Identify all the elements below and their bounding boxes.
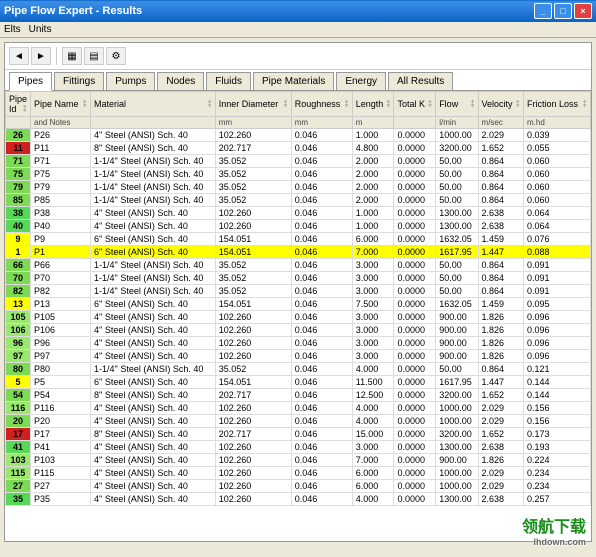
col-roughness[interactable]: Roughness‡ [291,92,352,117]
tab-energy[interactable]: Energy [336,72,386,90]
maximize-button[interactable]: □ [554,3,572,19]
table-row[interactable]: 116P1164'' Steel (ANSI) Sch. 40102.2600.… [6,402,591,415]
table-row[interactable]: 75P751-1/4'' Steel (ANSI) Sch. 4035.0520… [6,168,591,181]
table-row[interactable]: 96P964'' Steel (ANSI) Sch. 40102.2600.04… [6,337,591,350]
prev-icon[interactable]: ◄ [9,47,29,65]
tab-strip: PipesFittingsPumpsNodesFluidsPipe Materi… [5,70,591,91]
table-row[interactable]: 1P16'' Steel (ANSI) Sch. 40154.0510.0467… [6,246,591,259]
pipe-id-cell: 38 [6,207,31,220]
table-row[interactable]: 40P404'' Steel (ANSI) Sch. 40102.2600.04… [6,220,591,233]
results-grid[interactable]: Pipe Id‡Pipe Name‡Material‡Inner Diamete… [5,91,591,541]
pipe-id-cell: 71 [6,155,31,168]
pipe-id-cell: 26 [6,129,31,142]
pipe-id-cell: 41 [6,441,31,454]
pipe-id-cell: 17 [6,428,31,441]
pipe-id-cell: 20 [6,415,31,428]
settings-icon[interactable]: ⚙ [106,47,126,65]
next-icon[interactable]: ► [31,47,51,65]
table-row[interactable]: 27P274'' Steel (ANSI) Sch. 40102.2600.04… [6,480,591,493]
minimize-button[interactable]: _ [534,3,552,19]
pipe-id-cell: 9 [6,233,31,246]
pipe-id-cell: 97 [6,350,31,363]
table-row[interactable]: 115P1154'' Steel (ANSI) Sch. 40102.2600.… [6,467,591,480]
pipe-id-cell: 115 [6,467,31,480]
pipe-id-cell: 66 [6,259,31,272]
pipe-id-cell: 85 [6,194,31,207]
header-row: Pipe Id‡Pipe Name‡Material‡Inner Diamete… [6,92,591,117]
pipe-id-cell: 70 [6,272,31,285]
table-row[interactable]: 13P136'' Steel (ANSI) Sch. 40154.0510.04… [6,298,591,311]
table-row[interactable]: 38P384'' Steel (ANSI) Sch. 40102.2600.04… [6,207,591,220]
table-row[interactable]: 79P791-1/4'' Steel (ANSI) Sch. 4035.0520… [6,181,591,194]
col-velocity[interactable]: Velocity‡ [478,92,523,117]
col-length[interactable]: Length‡ [352,92,394,117]
table-row[interactable]: 80P801-1/4'' Steel (ANSI) Sch. 4035.0520… [6,363,591,376]
menu-elts[interactable]: Elts [4,24,21,35]
pipe-id-cell: 1 [6,246,31,259]
table-row[interactable]: 106P1064'' Steel (ANSI) Sch. 40102.2600.… [6,324,591,337]
pipe-id-cell: 5 [6,376,31,389]
export-csv-icon[interactable]: ▦ [62,47,82,65]
table-row[interactable]: 9P96'' Steel (ANSI) Sch. 40154.0510.0466… [6,233,591,246]
pipe-id-cell: 106 [6,324,31,337]
window-controls: _ □ × [534,3,592,19]
table-row[interactable]: 71P711-1/4'' Steel (ANSI) Sch. 4035.0520… [6,155,591,168]
col-total-k[interactable]: Total K‡ [394,92,436,117]
table-row[interactable]: 97P974'' Steel (ANSI) Sch. 40102.2600.04… [6,350,591,363]
table-row[interactable]: 70P701-1/4'' Steel (ANSI) Sch. 4035.0520… [6,272,591,285]
table-row[interactable]: 5P56'' Steel (ANSI) Sch. 40154.0510.0461… [6,376,591,389]
table-row[interactable]: 17P178'' Steel (ANSI) Sch. 40202.7170.04… [6,428,591,441]
separator [56,47,57,65]
title-bar: Pipe Flow Expert - Results _ □ × [0,0,596,22]
col-pipe-id[interactable]: Pipe Id‡ [6,92,31,117]
pipe-id-cell: 40 [6,220,31,233]
tab-all-results[interactable]: All Results [388,72,453,90]
pipe-id-cell: 13 [6,298,31,311]
menu-units[interactable]: Units [29,24,52,35]
tab-pipes[interactable]: Pipes [9,72,52,91]
close-button[interactable]: × [574,3,592,19]
pipe-id-cell: 116 [6,402,31,415]
toolbar: ◄ ► ▦ ▤ ⚙ [5,43,591,70]
menu-bar: Elts Units [0,22,596,38]
pipe-id-cell: 54 [6,389,31,402]
watermark: 领航下载lhdown.com [522,513,586,547]
tab-fluids[interactable]: Fluids [206,72,251,90]
table-row[interactable]: 26P264'' Steel (ANSI) Sch. 40102.2600.04… [6,129,591,142]
col-material[interactable]: Material‡ [90,92,215,117]
pipe-id-cell: 75 [6,168,31,181]
window-title: Pipe Flow Expert - Results [4,5,534,17]
table-row[interactable]: 20P204'' Steel (ANSI) Sch. 40102.2600.04… [6,415,591,428]
table-row[interactable]: 85P851-1/4'' Steel (ANSI) Sch. 4035.0520… [6,194,591,207]
content-pane: ◄ ► ▦ ▤ ⚙ PipesFittingsPumpsNodesFluidsP… [4,42,592,542]
pipe-id-cell: 11 [6,142,31,155]
col-friction-loss[interactable]: Friction Loss‡ [524,92,591,117]
units-row: and Notesmmmmml/minm/secm.hd [6,117,591,129]
pipe-id-cell: 35 [6,493,31,506]
pipe-id-cell: 105 [6,311,31,324]
table-row[interactable]: 82P821-1/4'' Steel (ANSI) Sch. 4035.0520… [6,285,591,298]
pipe-id-cell: 82 [6,285,31,298]
col-inner-diameter[interactable]: Inner Diameter‡ [215,92,291,117]
pipe-id-cell: 103 [6,454,31,467]
table-row[interactable]: 41P414'' Steel (ANSI) Sch. 40102.2600.04… [6,441,591,454]
tab-fittings[interactable]: Fittings [54,72,104,90]
pipe-id-cell: 79 [6,181,31,194]
tab-pipe-materials[interactable]: Pipe Materials [253,72,334,90]
table-row[interactable]: 103P1034'' Steel (ANSI) Sch. 40102.2600.… [6,454,591,467]
table-row[interactable]: 54P548'' Steel (ANSI) Sch. 40202.7170.04… [6,389,591,402]
export-xls-icon[interactable]: ▤ [84,47,104,65]
results-table: Pipe Id‡Pipe Name‡Material‡Inner Diamete… [5,91,591,506]
tab-pumps[interactable]: Pumps [106,72,155,90]
pipe-id-cell: 27 [6,480,31,493]
tab-nodes[interactable]: Nodes [157,72,204,90]
table-row[interactable]: 11P118'' Steel (ANSI) Sch. 40202.7170.04… [6,142,591,155]
col-flow[interactable]: Flow‡ [436,92,478,117]
pipe-id-cell: 96 [6,337,31,350]
table-row[interactable]: 66P661-1/4'' Steel (ANSI) Sch. 4035.0520… [6,259,591,272]
table-row[interactable]: 35P354'' Steel (ANSI) Sch. 40102.2600.04… [6,493,591,506]
table-row[interactable]: 105P1054'' Steel (ANSI) Sch. 40102.2600.… [6,311,591,324]
pipe-id-cell: 80 [6,363,31,376]
col-pipe-name[interactable]: Pipe Name‡ [31,92,91,117]
